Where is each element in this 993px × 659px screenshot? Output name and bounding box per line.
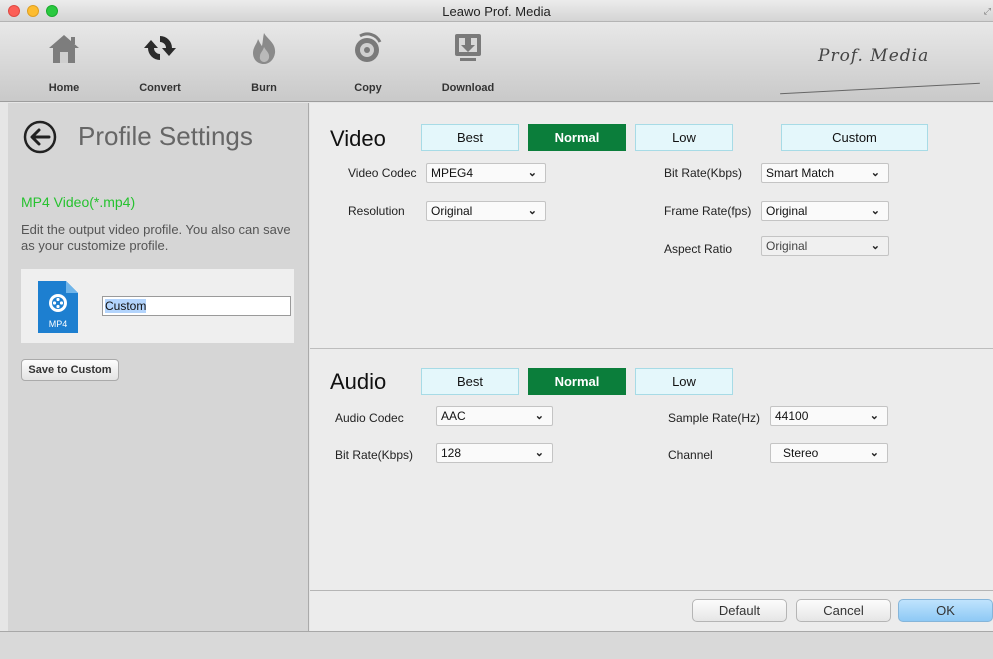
mp4-file-icon: MP4 [38,281,78,333]
download-button[interactable]: Download [428,22,508,102]
video-codec-label: Video Codec [348,166,417,180]
burn-icon [253,33,276,64]
video-codec-select[interactable]: MPEG4 ⌄ [426,163,546,183]
burn-button[interactable]: Burn [224,22,304,102]
video-bitrate-value: Smart Match [766,166,835,180]
convert-icon [144,36,176,60]
audio-codec-select[interactable]: AAC ⌄ [436,406,553,426]
video-preset-low[interactable]: Low [635,124,733,151]
video-codec-value: MPEG4 [431,166,474,180]
copy-label: Copy [354,82,382,94]
copy-button[interactable]: Copy [328,22,408,102]
brand-logo: Prof. Media [818,46,930,66]
chevron-down-icon: ⌄ [869,447,879,459]
profile-name-value: Custom [105,299,147,313]
video-bitrate-select[interactable]: Smart Match ⌄ [761,163,889,183]
ok-button[interactable]: OK [898,599,993,622]
burn-label: Burn [251,82,277,94]
channel-value: Stereo [783,446,819,460]
window-title: Leawo Prof. Media [442,4,551,19]
audio-bitrate-label: Bit Rate(Kbps) [335,448,414,462]
default-button[interactable]: Default [692,599,787,622]
app-window: Leawo Prof. Media ⤢ Home Convert Burn Co… [0,0,993,659]
video-preset-custom[interactable]: Custom [781,124,928,151]
chevron-down-icon: ⌄ [869,410,879,422]
resolution-select[interactable]: Original ⌄ [426,201,546,221]
section-divider [310,348,993,349]
aspect-ratio-label: Aspect Ratio [664,242,733,256]
video-section-title: Video [330,126,386,151]
framerate-select[interactable]: Original ⌄ [761,201,889,221]
resolution-label: Resolution [348,204,405,218]
audio-preset-low[interactable]: Low [635,368,733,395]
audio-bitrate-select[interactable]: 128 ⌄ [436,443,553,463]
home-button[interactable]: Home [24,22,104,102]
audio-bitrate-value: 128 [441,446,462,460]
mp4-icon-label: MP4 [49,319,68,329]
resolution-value: Original [431,204,473,218]
aspect-ratio-select[interactable]: Original ⌄ [761,236,889,256]
chevron-down-icon: ⌄ [870,205,880,217]
home-icon [49,35,79,63]
copy-disc-icon [355,32,382,62]
download-label: Download [441,82,495,94]
toolbar: Home Convert Burn Copy Download Prof. Me… [0,22,993,102]
audio-preset-normal[interactable]: Normal [528,368,626,395]
chevron-down-icon: ⌄ [527,167,537,179]
chevron-down-icon: ⌄ [534,410,544,422]
page-title: Profile Settings [78,121,253,151]
chevron-down-icon: ⌄ [870,167,880,179]
video-preset-best[interactable]: Best [421,124,519,151]
title-bar: Leawo Prof. Media ⤢ [0,0,993,22]
download-icon [455,34,481,61]
aspect-ratio-value: Original [766,239,808,253]
chevron-down-icon: ⌄ [870,240,880,252]
profile-description: Edit the output video profile. You also … [21,222,291,253]
channel-label: Channel [668,448,713,462]
audio-section-title: Audio [330,369,387,394]
fullscreen-icon[interactable]: ⤢ [984,6,991,17]
profile-card: MP4 Custom [21,269,294,343]
framerate-value: Original [766,204,808,218]
audio-codec-value: AAC [441,409,466,423]
convert-label: Convert [139,82,181,94]
sample-rate-value: 44100 [775,409,809,423]
channel-select[interactable]: Stereo ⌄ [770,443,888,463]
settings-panel: Video Best Normal Low Custom Video Codec… [310,103,993,631]
video-preset-normal[interactable]: Normal [528,124,626,151]
home-label: Home [48,82,80,94]
save-to-custom-button[interactable]: Save to Custom [21,359,119,381]
profile-sidebar: Profile Settings MP4 Video(*.mp4) Edit t… [8,103,309,631]
chevron-down-icon: ⌄ [527,205,537,217]
sample-rate-select[interactable]: 44100 ⌄ [770,406,888,426]
status-bar [0,631,993,659]
chevron-down-icon: ⌄ [534,447,544,459]
sample-rate-label: Sample Rate(Hz) [668,411,761,425]
brand-underline [780,82,980,95]
convert-button[interactable]: Convert [120,22,200,102]
audio-preset-best[interactable]: Best [421,368,519,395]
profile-format: MP4 Video(*.mp4) [21,194,136,210]
profile-name-input[interactable]: Custom [102,296,291,316]
cancel-button[interactable]: Cancel [796,599,891,622]
dialog-footer: Default Cancel OK [310,590,993,631]
audio-codec-label: Audio Codec [335,411,404,425]
video-bitrate-label: Bit Rate(Kbps) [664,166,743,180]
framerate-label: Frame Rate(fps) [664,204,752,218]
back-arrow-icon[interactable] [22,119,58,158]
